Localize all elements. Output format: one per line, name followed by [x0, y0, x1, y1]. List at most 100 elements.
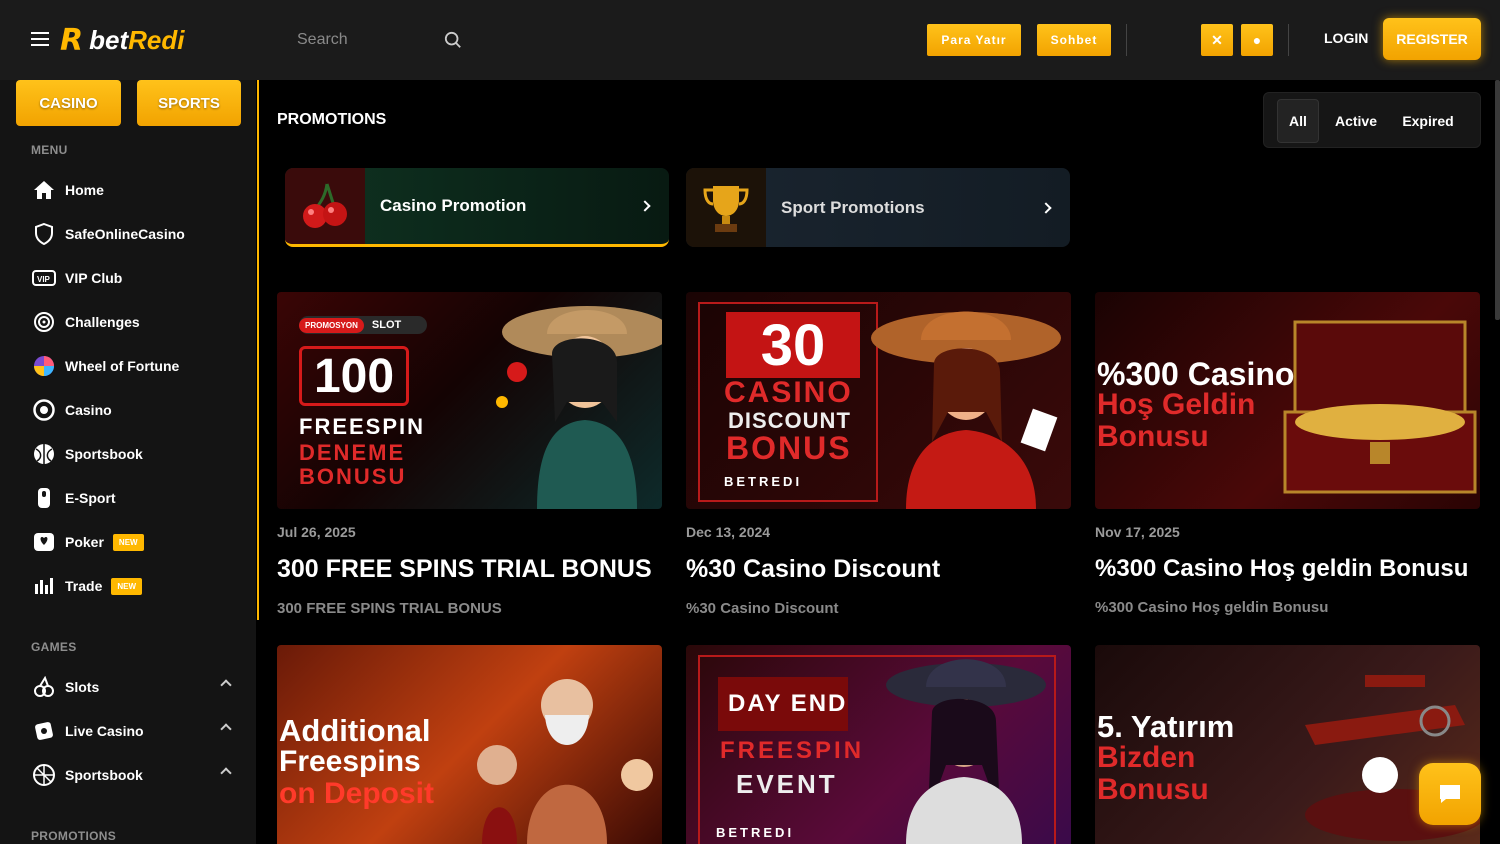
sidebar-item-label: Casino [65, 402, 112, 418]
promo-card[interactable]: 30 CASINO DISCOUNT BONUS BETREDI Dec 13,… [686, 292, 1071, 617]
treasure-chest-illustration [1283, 320, 1477, 494]
logo[interactable]: R bet Redi [60, 22, 184, 58]
home-icon [32, 178, 56, 202]
promo-card-date: Jul 26, 2025 [277, 524, 356, 540]
sidebar-item-wheel-of-fortune[interactable]: Wheel of Fortune [32, 351, 242, 381]
chart-icon [32, 574, 56, 598]
sidebar-item-trade[interactable]: Trade NEW [32, 571, 242, 601]
promo-card-date: Nov 17, 2025 [1095, 524, 1180, 540]
deposit-button[interactable]: Para Yatır [927, 24, 1021, 56]
sport-promotions-category[interactable]: Sport Promotions [686, 168, 1070, 247]
promo-line2: Hoş Geldin [1097, 388, 1256, 421]
hamburger-menu-icon[interactable] [31, 32, 49, 47]
promo-card[interactable]: Additional Freespins on Deposit [277, 645, 662, 844]
promo-card-subtitle: %300 Casino Hoş geldin Bonusu [1095, 599, 1329, 616]
promo-line3: EVENT [736, 769, 838, 799]
promo-card[interactable]: %300 Casino Hoş Geldin Bonusu Nov 17, 20… [1095, 292, 1480, 616]
page-title: PROMOTIONS [277, 111, 387, 128]
cherries-icon [285, 168, 365, 244]
promo-card-title[interactable]: %300 Casino Hoş geldin Bonusu [1095, 555, 1480, 583]
chevron-right-icon [1040, 201, 1052, 214]
games-section-title: GAMES [31, 640, 77, 654]
sidebar-item-label: Sportsbook [65, 446, 143, 462]
sportsbook-icon [32, 763, 56, 787]
logo-r-icon: R [60, 22, 84, 58]
casino-promotion-category[interactable]: Casino Promotion [285, 168, 669, 247]
telegram-button[interactable]: ● [1241, 24, 1273, 56]
cards-icon [32, 530, 56, 554]
chip-icon [32, 398, 56, 422]
x-social-button[interactable]: ✕ [1201, 24, 1233, 56]
sidebar-item-slots[interactable]: Slots [32, 672, 242, 702]
promo-card[interactable]: PROMOSYON SLOT 100 FREESPIN DENEME BONUS… [277, 292, 662, 617]
casino-tab-button[interactable]: CASINO [16, 80, 121, 126]
promo-line3: Bonusu [1097, 420, 1209, 453]
sidebar: CASINO SPORTS MENU Home SafeOnlineCasino… [0, 80, 256, 844]
chevron-up-icon[interactable] [220, 679, 232, 691]
sidebar-item-home[interactable]: Home [32, 175, 242, 205]
filter-all-tab[interactable]: All [1277, 99, 1319, 143]
promo-line1: Additional [279, 713, 431, 748]
sidebar-item-safeonlinecasino[interactable]: SafeOnlineCasino [32, 219, 242, 249]
sidebar-item-label: VIP Club [65, 270, 123, 286]
promo-card-image[interactable]: Additional Freespins on Deposit [277, 645, 662, 844]
sidebar-item-label: Challenges [65, 314, 140, 330]
promo-line2: DENEME [299, 440, 406, 465]
logo-redi-text: Redi [128, 24, 185, 55]
search-input[interactable]: Search [297, 26, 462, 54]
login-button[interactable]: LOGIN [1324, 30, 1368, 46]
sidebar-item-sportsbook[interactable]: Sportsbook [32, 439, 242, 469]
promo-tag-label: PROMOSYON [299, 317, 364, 333]
sidebar-item-vip-club[interactable]: VIP VIP Club [32, 263, 242, 293]
live-chat-button[interactable] [1419, 763, 1481, 825]
search-icon[interactable] [444, 31, 462, 49]
sidebar-item-label: E-Sport [65, 490, 116, 506]
sidebar-item-poker[interactable]: Poker NEW [32, 527, 242, 557]
sidebar-item-label: Slots [65, 679, 100, 695]
promotion-filter: All Active Expired [1263, 92, 1481, 148]
search-placeholder: Search [297, 31, 348, 48]
sidebar-item-label: Wheel of Fortune [65, 358, 180, 374]
promo-card[interactable]: DAY END FREESPIN EVENT BETREDI [686, 645, 1071, 844]
promotions-section-title: PROMOTIONS [31, 829, 117, 843]
sidebar-item-label: SafeOnlineCasino [65, 226, 185, 242]
chevron-up-icon[interactable] [220, 723, 232, 735]
promo-line1: DAY END [728, 690, 848, 717]
promo-card-date: Dec 13, 2024 [686, 524, 771, 540]
logo-bet-text: bet [89, 24, 129, 55]
promo-card-title[interactable]: 300 FREE SPINS TRIAL BONUS [277, 555, 662, 584]
characters-illustration [477, 679, 653, 844]
chat-button[interactable]: Sohbet [1037, 24, 1111, 56]
promo-big-number: 100 [313, 349, 395, 403]
sidebar-item-casino[interactable]: Casino [32, 395, 242, 425]
promo-line1: 5. Yatırım [1097, 709, 1235, 744]
header-divider [1288, 24, 1289, 56]
promo-card-image[interactable]: %300 Casino Hoş Geldin Bonusu [1095, 292, 1480, 509]
chevron-up-icon[interactable] [220, 767, 232, 779]
ball-icon [32, 442, 56, 466]
sidebar-item-label: Sportsbook [65, 767, 143, 783]
register-button[interactable]: REGISTER [1383, 18, 1481, 60]
promo-card-title[interactable]: %30 Casino Discount [686, 555, 1071, 584]
sidebar-item-live-casino[interactable]: Live Casino [32, 716, 242, 746]
promo-card-image[interactable]: PROMOSYON SLOT 100 FREESPIN DENEME BONUS… [277, 292, 662, 509]
promo-brand: BETREDI [716, 825, 795, 840]
promo-card-subtitle: %30 Casino Discount [686, 600, 839, 617]
sports-tab-button[interactable]: SPORTS [137, 80, 241, 126]
sidebar-item-sportsbook-games[interactable]: Sportsbook [32, 760, 242, 790]
scrollbar[interactable] [1495, 80, 1500, 320]
trophy-icon [686, 168, 766, 247]
promo-big-number: 30 [760, 312, 826, 378]
promo-line1: FREESPIN [299, 414, 426, 439]
filter-active-tab[interactable]: Active [1328, 99, 1384, 143]
sidebar-item-challenges[interactable]: Challenges [32, 307, 242, 337]
promo-line3: on Deposit [279, 777, 434, 810]
cowgirl-illustration [496, 306, 662, 509]
sidebar-item-label: Poker [65, 534, 104, 550]
promo-line3: BONUSU [299, 464, 407, 489]
filter-expired-tab[interactable]: Expired [1397, 99, 1459, 143]
promo-card-image[interactable]: DAY END FREESPIN EVENT BETREDI [686, 645, 1071, 844]
sidebar-item-e-sport[interactable]: E-Sport [32, 483, 242, 513]
menu-section-title: MENU [31, 143, 68, 157]
promo-card-image[interactable]: 30 CASINO DISCOUNT BONUS BETREDI [686, 292, 1071, 509]
